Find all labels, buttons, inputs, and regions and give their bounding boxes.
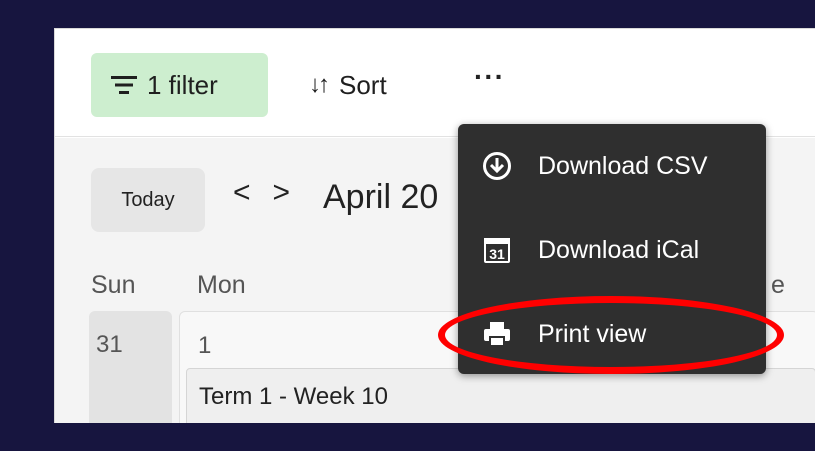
toolbar: 1 filter ↓↑ Sort ··· [55, 29, 815, 137]
day-cell-sun[interactable]: 31 [89, 311, 172, 423]
day-number: 1 [198, 332, 212, 359]
sort-label: Sort [339, 69, 387, 100]
day-number: 31 [96, 331, 123, 358]
filter-button[interactable]: 1 filter [91, 53, 268, 117]
month-nav: < > [233, 176, 312, 210]
more-options-button[interactable]: ··· [474, 61, 505, 93]
menu-item-print-view[interactable]: Print view [458, 304, 766, 364]
menu-item-label: Download CSV [538, 151, 708, 180]
menu-item-download-ical[interactable]: 31 Download iCal [458, 220, 766, 280]
menu-item-label: Print view [538, 319, 647, 348]
calendar-icon: 31 [480, 233, 514, 267]
prev-month-button[interactable]: < [233, 176, 251, 210]
month-title: April 20 [323, 178, 439, 216]
printer-icon [480, 317, 514, 351]
calendar-event[interactable]: Term 1 - Week 10 [186, 368, 815, 423]
download-icon [480, 149, 514, 183]
more-options-menu: Download CSV 31 Download iCal Print view [458, 124, 766, 374]
menu-item-download-csv[interactable]: Download CSV [458, 136, 766, 196]
today-button[interactable]: Today [91, 168, 205, 232]
filter-label: 1 filter [147, 69, 218, 100]
calendar-icon-text: 31 [489, 246, 505, 262]
filter-icon [111, 76, 137, 94]
weekday-tue: e [771, 271, 785, 299]
next-month-button[interactable]: > [273, 176, 291, 210]
sort-button[interactable]: ↓↑ Sort [309, 59, 387, 111]
menu-item-label: Download iCal [538, 235, 700, 264]
sort-icon: ↓↑ [309, 71, 330, 98]
weekday-sun: Sun [91, 271, 136, 299]
weekday-mon: Mon [197, 271, 246, 299]
